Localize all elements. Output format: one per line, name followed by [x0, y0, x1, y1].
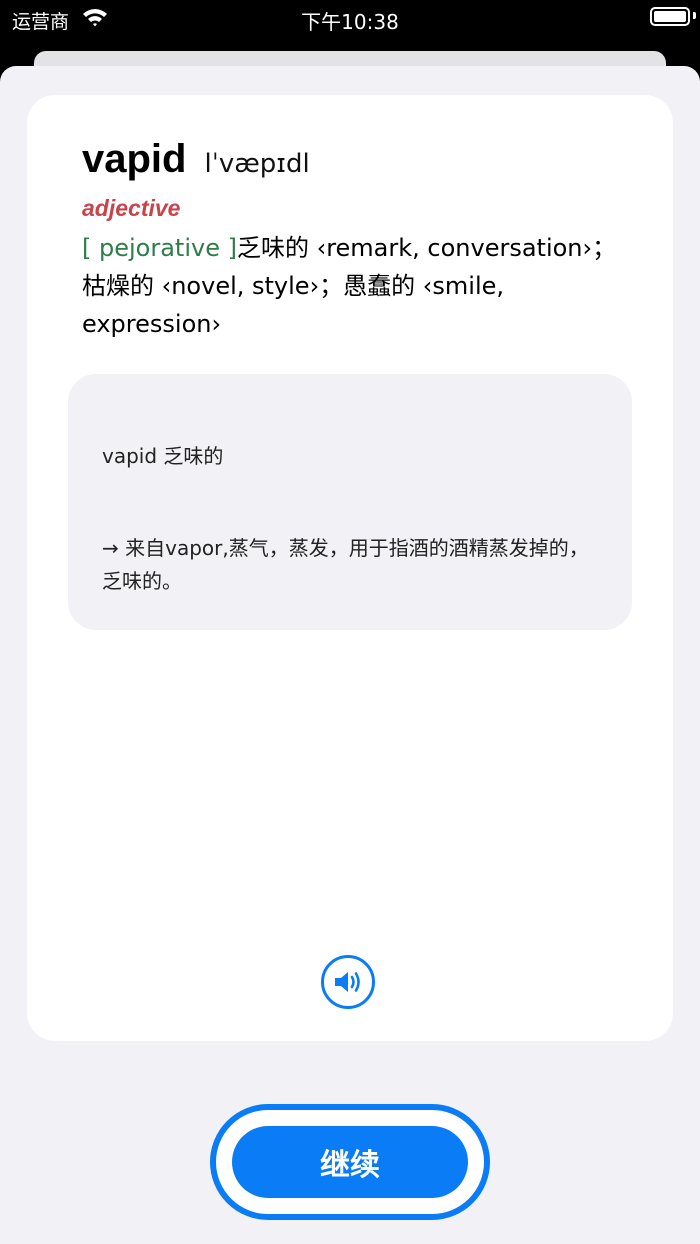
battery-cap	[693, 12, 696, 19]
clock: 下午10:38	[301, 10, 399, 34]
headword: vapid	[82, 137, 187, 181]
continue-button[interactable]: 继续	[232, 1126, 468, 1198]
pronounce-button[interactable]	[321, 955, 375, 1009]
part-of-speech: adjective	[82, 195, 181, 221]
etymology-title: vapid 乏味的	[102, 444, 224, 468]
etymology-body: → 来自vapor,蒸气，蒸发，用于指酒的酒精蒸发掉的，乏味的。	[102, 536, 589, 593]
speaker-icon	[335, 972, 360, 992]
usage-tag: [ pejorative ]	[82, 234, 237, 262]
phonetic: lˈvæpɪdl	[204, 149, 310, 179]
definition: [ pejorative ]乏味的 ‹remark, conversation›…	[82, 229, 622, 343]
word-header: vapid lˈvæpɪdl	[82, 137, 310, 182]
continue-button-ring: 继续	[210, 1104, 490, 1220]
etymology-box: vapid 乏味的 → 来自vapor,蒸气，蒸发，用于指酒的酒精蒸发掉的，乏味…	[68, 374, 632, 630]
word-card: vapid lˈvæpɪdl adjective [ pejorative ]乏…	[27, 95, 673, 1041]
battery-icon	[650, 7, 690, 26]
status-bar: 运营商 下午10:38	[0, 0, 700, 52]
